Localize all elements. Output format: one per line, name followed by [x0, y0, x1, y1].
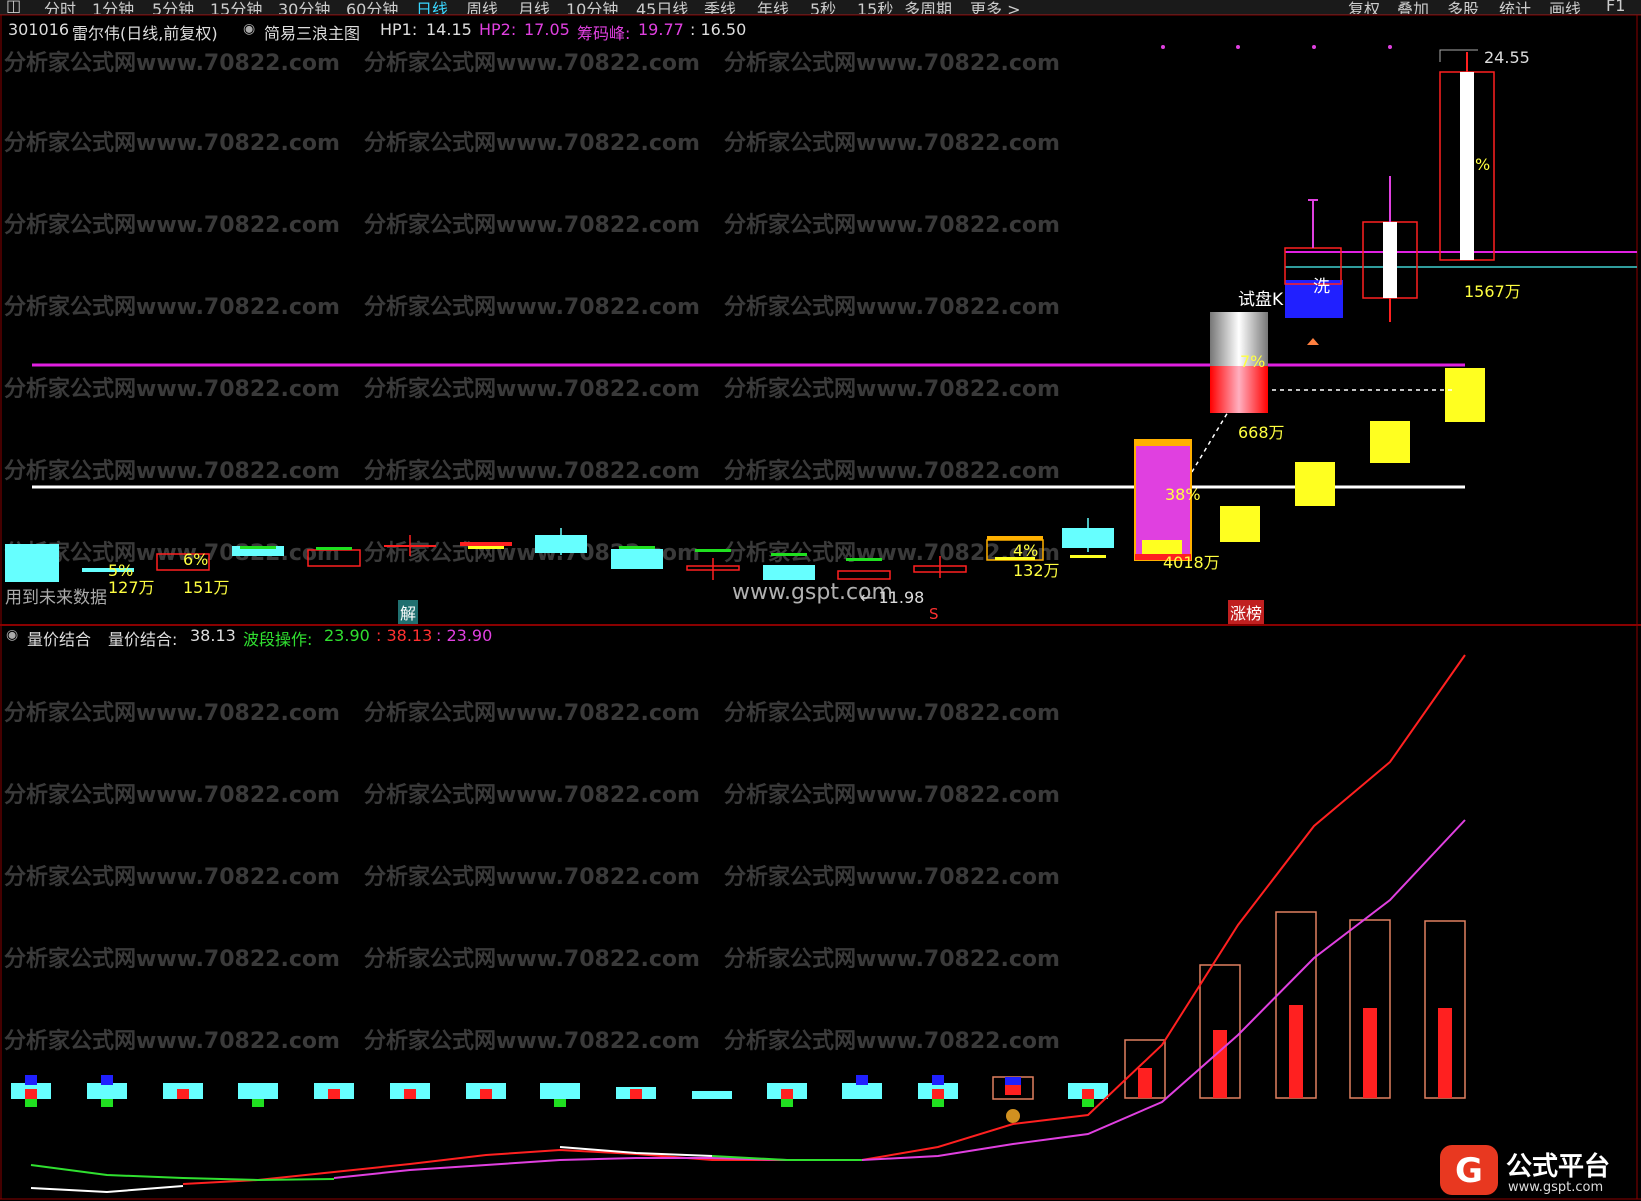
candle-body	[1383, 222, 1397, 298]
watermark-text: 分析家公式网www.70822.com	[4, 946, 340, 972]
sub-red-line	[182, 654, 1466, 1185]
candle-14	[1062, 518, 1114, 558]
signal-dot	[1161, 45, 1165, 49]
surge-volume-bar-2	[1275, 911, 1317, 1099]
watermark-text: 分析家公式网www.70822.com	[364, 458, 700, 484]
annotation-label-7: 4018万	[1163, 553, 1220, 572]
surge-volume-bar-1	[1199, 964, 1241, 1099]
trend-block	[1370, 421, 1410, 463]
volume-bar-3	[238, 1083, 278, 1107]
volume-bar-0	[11, 1075, 51, 1107]
watermark-text: 分析家公式网www.70822.com	[4, 1028, 340, 1054]
volume-bar-5	[390, 1083, 430, 1099]
watermark-text: 分析家公式网www.70822.com	[4, 376, 340, 402]
watermark-text: 分析家公式网www.70822.com	[724, 700, 1060, 726]
watermark-text: 分析家公式网www.70822.com	[364, 782, 700, 808]
signal-xi: 洗	[1313, 277, 1330, 297]
signal-dot	[1388, 45, 1392, 49]
annotation-label-10: %	[1475, 155, 1491, 174]
up-arrow-icon	[1307, 338, 1319, 345]
watermark-text: 分析家公式网www.70822.com	[724, 946, 1060, 972]
annotation-label-8: 7%	[1240, 352, 1266, 371]
volume-bar-6	[466, 1083, 506, 1099]
watermark-text: 分析家公式网www.70822.com	[4, 294, 340, 320]
annotation-label-1: 127万	[108, 578, 155, 597]
high-price-label: 24.55	[1484, 48, 1530, 67]
annotation-label-11: 1567万	[1464, 282, 1521, 301]
surge-volume-bar-4	[1424, 920, 1466, 1099]
watermark-text: 分析家公式网www.70822.com	[364, 864, 700, 890]
watermark-text: 分析家公式网www.70822.com	[364, 130, 700, 156]
watermark-text: 分析家公式网www.70822.com	[724, 864, 1060, 890]
watermark-text: 分析家公式网www.70822.com	[724, 294, 1060, 320]
volume-bar-2	[163, 1083, 203, 1099]
volume-bar-4	[314, 1083, 354, 1099]
volume-bar-13	[992, 1076, 1034, 1123]
volume-bar-14	[1068, 1083, 1108, 1107]
watermark-text: 分析家公式网www.70822.com	[724, 458, 1060, 484]
volume-bar-7	[540, 1083, 580, 1107]
site-watermark: www.gspt.com	[732, 580, 893, 605]
surge-volume-bar-3	[1349, 919, 1391, 1099]
signal-s: S	[929, 605, 939, 623]
volume-bar-1	[87, 1075, 127, 1107]
watermark-text: 分析家公式网www.70822.com	[724, 1028, 1060, 1054]
volume-bar-8	[616, 1087, 656, 1099]
watermark-text: 分析家公式网www.70822.com	[364, 946, 700, 972]
candle-3	[232, 546, 284, 556]
annotation-label-6: 38%	[1165, 485, 1201, 504]
watermark-text: 分析家公式网www.70822.com	[4, 700, 340, 726]
trend-block	[1295, 462, 1335, 506]
signal-zhangbang: 涨榜	[1228, 600, 1265, 624]
watermark-text: 分析家公式网www.70822.com	[724, 212, 1060, 238]
volume-bar-9	[692, 1091, 732, 1099]
annotation-label-2: 6%	[183, 550, 209, 569]
watermark-text: 分析家公式网www.70822.com	[4, 458, 340, 484]
watermark-text: 分析家公式网www.70822.com	[4, 50, 340, 76]
signal-dot	[1312, 45, 1316, 49]
watermark-text: 分析家公式网www.70822.com	[364, 294, 700, 320]
annotation-label-3: 151万	[183, 578, 230, 597]
signal-shipan: 试盘K	[1238, 290, 1284, 310]
watermark-text: 分析家公式网www.70822.com	[4, 864, 340, 890]
watermark-text: 分析家公式网www.70822.com	[724, 782, 1060, 808]
brand-name: 公式平台	[1506, 1152, 1611, 1182]
watermark-layer: 分析家公式网www.70822.com 分析家公式网www.70822.com 分析…	[4, 50, 1060, 1054]
gspt-logo-icon: G	[1440, 1145, 1498, 1195]
volume-bar-10	[767, 1083, 807, 1107]
brand-url: www.gspt.com	[1508, 1180, 1604, 1195]
candle-0	[5, 544, 59, 582]
candle-7	[535, 528, 587, 555]
watermark-text: 分析家公式网www.70822.com	[4, 212, 340, 238]
annotation-label-9: 668万	[1238, 423, 1285, 442]
watermark-text: 分析家公式网www.70822.com	[724, 50, 1060, 76]
volume-bar-11	[842, 1075, 882, 1099]
annotation-label-5: 132万	[1013, 561, 1060, 580]
svg-text:G: G	[1455, 1151, 1483, 1191]
signal-dot	[1236, 45, 1240, 49]
watermark-text: 分析家公式网www.70822.com	[364, 50, 700, 76]
candle-body	[1460, 72, 1474, 260]
watermark-text: 分析家公式网www.70822.com	[724, 130, 1060, 156]
signal-jie: 解	[398, 600, 419, 624]
watermark-text: 分析家公式网www.70822.com	[364, 376, 700, 402]
volume-bars-group	[11, 911, 1466, 1123]
watermark-text: 分析家公式网www.70822.com	[4, 130, 340, 156]
money-bag-icon	[1006, 1109, 1020, 1123]
trend-block	[1445, 368, 1485, 422]
watermark-text: 分析家公式网www.70822.com	[724, 376, 1060, 402]
watermark-text: 分析家公式网www.70822.com	[4, 782, 340, 808]
candle-8	[611, 546, 663, 569]
trend-block	[1220, 506, 1260, 542]
sub-white-line	[30, 1185, 184, 1194]
watermark-text: 分析家公式网www.70822.com	[364, 1028, 700, 1054]
watermark-text: 分析家公式网www.70822.com	[364, 212, 700, 238]
volume-bar-12	[918, 1075, 958, 1107]
watermark-text: 分析家公式网www.70822.com	[364, 700, 700, 726]
future-data-note: 用到未来数据	[5, 588, 107, 608]
